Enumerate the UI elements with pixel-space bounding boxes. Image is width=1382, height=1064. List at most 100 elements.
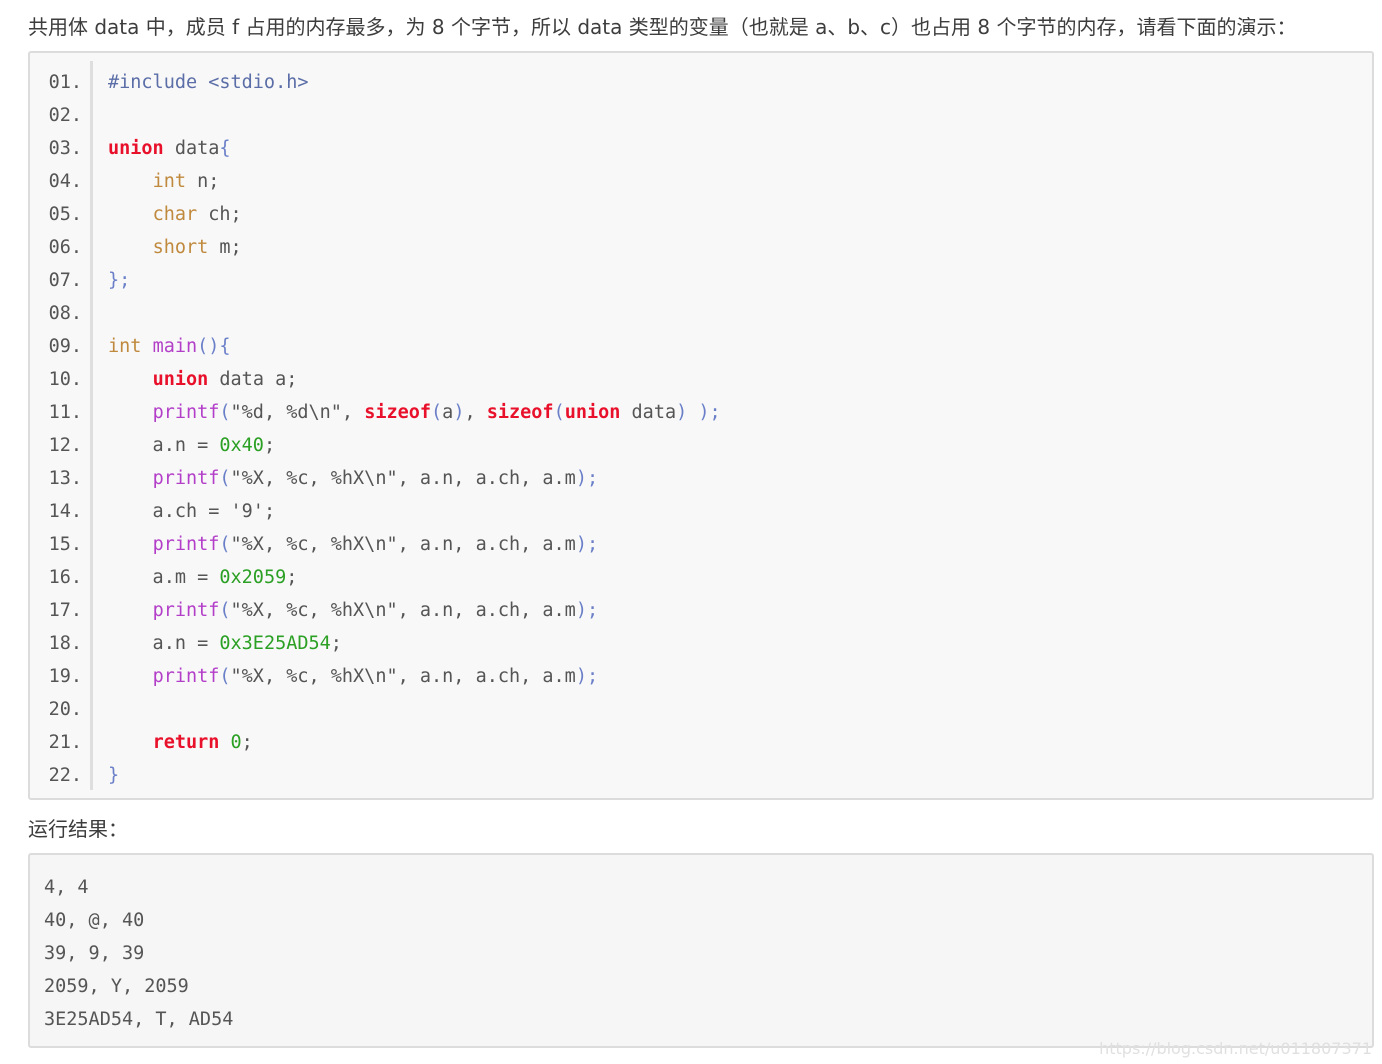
output-block: 4, 4 40, @, 40 39, 9, 39 2059, Y, 2059 3E25A… xyxy=(28,853,1374,1048)
line-number: 05. xyxy=(48,204,82,225)
line-number: 16. xyxy=(48,567,82,588)
code-token: ); xyxy=(575,468,599,489)
line-code: printf("%X, %c, %hX\n", a.n, a.ch, a.m); xyxy=(108,660,599,693)
line-code: } xyxy=(108,759,119,792)
code-block: 01. #include <stdio.h> 02. 03. union data{04… xyxy=(28,51,1374,800)
code-token: '9' xyxy=(230,501,264,522)
line-code: int main(){ xyxy=(108,330,231,363)
line-number: 11. xyxy=(48,402,82,423)
output-line: 3E25AD54, T, AD54 xyxy=(44,1009,234,1030)
code-token: a xyxy=(442,402,454,423)
code-token: int xyxy=(108,336,142,357)
code-token: ( xyxy=(431,402,443,423)
code-token: a.ch = xyxy=(108,501,231,522)
line-code: a.n = 0x40; xyxy=(108,429,276,462)
code-token: { xyxy=(219,138,231,159)
code-token: , a.n, a.ch, a.m xyxy=(397,666,576,687)
code-token: (){ xyxy=(197,336,231,357)
line-number: 17. xyxy=(48,600,82,621)
code-token: return xyxy=(152,732,220,753)
code-token: m; xyxy=(208,237,242,258)
line-code: printf("%X, %c, %hX\n", a.n, a.ch, a.m); xyxy=(108,594,599,627)
line-code: int n; xyxy=(108,165,220,198)
code-token: ( xyxy=(219,402,231,423)
code-token: 0x2059 xyxy=(219,567,287,588)
line-code: a.n = 0x3E25AD54; xyxy=(108,627,342,660)
line-number: 01. xyxy=(48,72,82,93)
code-token: "%d, %d\n" xyxy=(230,402,342,423)
code-token: char xyxy=(152,204,198,225)
code-token: ( xyxy=(219,666,231,687)
code-token: 0x3E25AD54 xyxy=(219,633,331,654)
code-token: printf xyxy=(152,666,220,687)
code-token: union xyxy=(152,369,209,390)
code-token: data a; xyxy=(208,369,298,390)
line-number: 15. xyxy=(48,534,82,555)
line-number: 20. xyxy=(48,699,82,720)
line-number: 22. xyxy=(48,765,82,786)
code-token: printf xyxy=(152,402,220,423)
intro-paragraph: 共用体 data 中，成员 f 占用的内存最多，为 8 个字节，所以 data … xyxy=(28,15,1297,39)
line-code: return 0; xyxy=(108,726,253,759)
line-number: 08. xyxy=(48,303,82,324)
code-token: main xyxy=(152,336,198,357)
line-number: 09. xyxy=(48,336,82,357)
output-line: 39, 9, 39 xyxy=(44,943,145,964)
code-token: , a.n, a.ch, a.m xyxy=(397,600,576,621)
code-token: data xyxy=(620,402,677,423)
code-token: ch; xyxy=(197,204,242,225)
line-number-divider xyxy=(90,61,93,790)
line-number: 21. xyxy=(48,732,82,753)
line-code: #include <stdio.h> xyxy=(108,66,308,99)
code-token: sizeof xyxy=(486,402,554,423)
code-token: short xyxy=(152,237,209,258)
code-token: int xyxy=(152,171,186,192)
code-token: #include <stdio.h> xyxy=(108,72,309,93)
code-token: a.m = xyxy=(108,567,220,588)
code-token: ( xyxy=(219,468,231,489)
line-code: union data a; xyxy=(108,363,298,396)
result-label: 运行结果： xyxy=(28,817,128,841)
code-token: union xyxy=(564,402,621,423)
line-code: union data{ xyxy=(108,132,231,165)
line-code: short m; xyxy=(108,231,242,264)
line-number: 12. xyxy=(48,435,82,456)
line-code: char ch; xyxy=(108,198,242,231)
code-token: ); xyxy=(575,666,599,687)
watermark: https://blog.csdn.net/u011807371 xyxy=(1099,1039,1372,1058)
line-number: 03. xyxy=(48,138,82,159)
code-token: , a.n, a.ch, a.m xyxy=(397,534,576,555)
line-number: 14. xyxy=(48,501,82,522)
code-token: ); xyxy=(575,600,599,621)
code-token: printf xyxy=(152,600,220,621)
line-number: 19. xyxy=(48,666,82,687)
code-token: printf xyxy=(152,468,220,489)
code-token: ( xyxy=(219,600,231,621)
code-token: ) ); xyxy=(676,402,721,423)
line-number: 07. xyxy=(48,270,82,291)
code-token: ); xyxy=(575,534,599,555)
line-number: 04. xyxy=(48,171,82,192)
line-number: 18. xyxy=(48,633,82,654)
line-code: printf("%X, %c, %hX\n", a.n, a.ch, a.m); xyxy=(108,528,599,561)
code-token: a.n = xyxy=(108,633,220,654)
output-line: 2059, Y, 2059 xyxy=(44,976,189,997)
code-token: ( xyxy=(553,402,565,423)
line-number: 13. xyxy=(48,468,82,489)
code-token: 0 xyxy=(230,732,242,753)
code-token: "%X, %c, %hX\n" xyxy=(230,666,398,687)
line-code: a.m = 0x2059; xyxy=(108,561,298,594)
code-token: n; xyxy=(185,171,220,192)
code-token: union xyxy=(108,138,164,159)
code-token: printf xyxy=(152,534,220,555)
code-token: "%X, %c, %hX\n" xyxy=(230,600,398,621)
